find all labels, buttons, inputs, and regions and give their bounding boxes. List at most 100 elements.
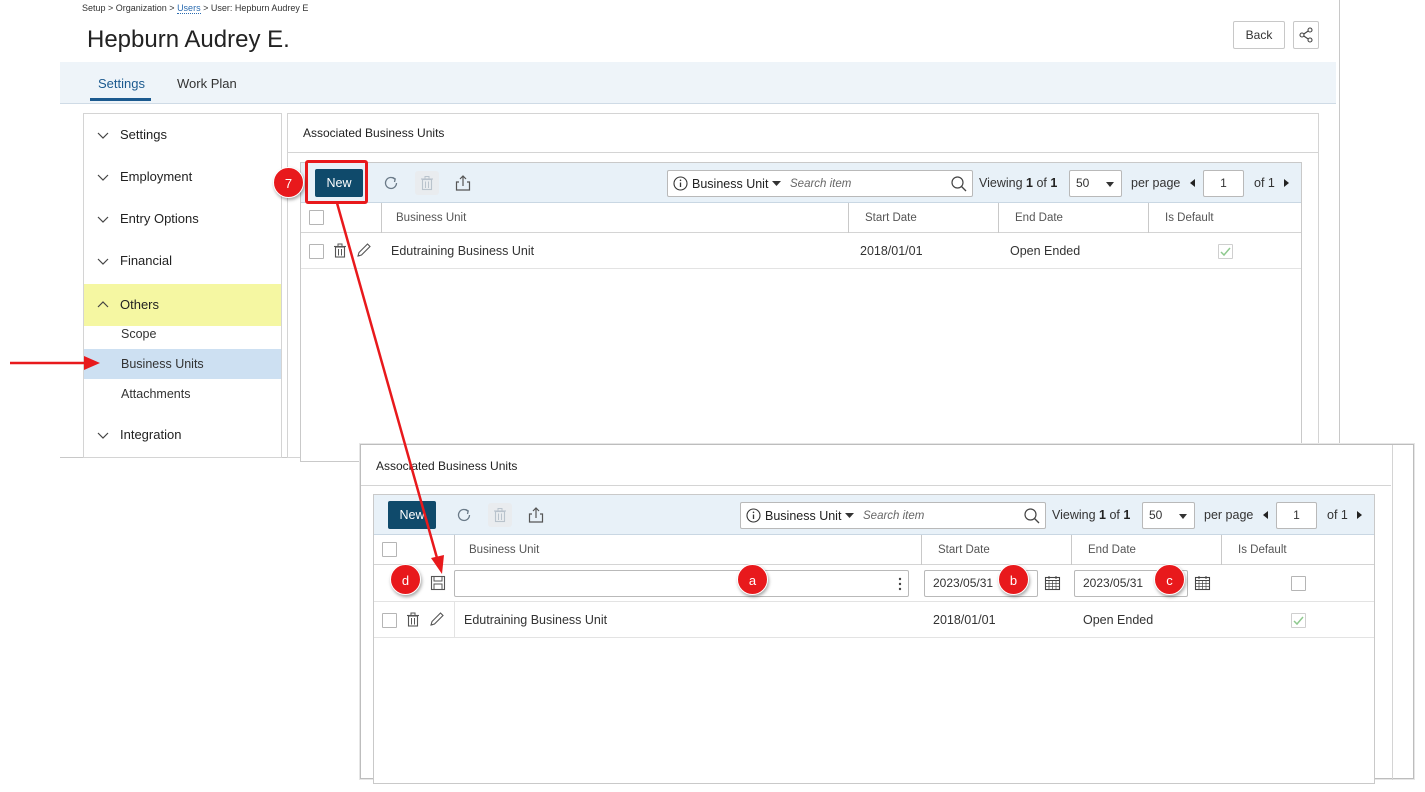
step-badge: 7 <box>273 167 304 198</box>
table-row: Edutraining Business Unit 2018/01/01 Ope… <box>301 233 1301 269</box>
business-units-grid: New Business Unit Search item Viewing 1 … <box>300 162 1302 462</box>
prev-page-icon[interactable] <box>1190 179 1195 187</box>
sidebar-section-settings[interactable]: Settings <box>84 114 281 156</box>
info-icon <box>673 176 688 191</box>
annotation-badge-b: b <box>998 564 1029 595</box>
new-button[interactable]: New <box>388 501 436 529</box>
back-button[interactable]: Back <box>1233 21 1285 49</box>
grid-toolbar: New Business Unit Search item Viewing 1 … <box>301 163 1301 203</box>
calendar-icon[interactable] <box>1044 575 1061 591</box>
column-end-date[interactable]: End Date <box>1015 203 1063 233</box>
column-business-unit[interactable]: Business Unit <box>396 203 466 233</box>
filter-dropdown[interactable]: Business Unit <box>673 176 782 191</box>
next-page-icon[interactable] <box>1284 179 1289 187</box>
refresh-button[interactable] <box>379 171 403 195</box>
search-icon[interactable] <box>950 175 968 193</box>
export-icon <box>528 507 544 523</box>
breadcrumb: Setup > Organization > Users > User: Hep… <box>82 3 309 14</box>
sidebar-section-label: Financial <box>120 253 173 268</box>
sidebar-section-employment[interactable]: Employment <box>84 156 281 198</box>
chevron-down-icon <box>96 414 110 456</box>
page-total-label: of 1 <box>1327 508 1348 522</box>
row-checkbox[interactable] <box>309 244 324 259</box>
breadcrumb-prefix: Setup > Organization > <box>82 3 178 13</box>
sidebar-section-integration[interactable]: Integration <box>84 414 281 456</box>
trash-icon[interactable] <box>332 242 348 259</box>
breadcrumb-users-link[interactable]: Users <box>177 3 201 14</box>
sidebar: Settings Employment Entry Options Financ… <box>83 113 282 458</box>
tab-work-plan[interactable]: Work Plan <box>177 76 237 91</box>
cell-start-date: 2018/01/01 <box>933 613 996 627</box>
sidebar-section-entry-options[interactable]: Entry Options <box>84 198 281 240</box>
delete-button[interactable] <box>415 171 439 195</box>
new-button-highlight <box>305 160 368 204</box>
pencil-icon[interactable] <box>355 242 372 259</box>
filter-label: Business Unit <box>765 508 842 523</box>
page-number-input[interactable]: 1 <box>1203 170 1244 197</box>
breadcrumb-suffix: > User: Hepburn Audrey E <box>200 3 309 13</box>
table-row: Edutraining Business Unit 2018/01/01 Ope… <box>374 602 1374 638</box>
caret-down-icon <box>845 512 855 518</box>
page-total-label: of 1 <box>1254 176 1275 190</box>
sidebar-section-label: Employment <box>120 169 193 184</box>
tab-settings[interactable]: Settings <box>98 76 145 91</box>
page-number-input[interactable]: 1 <box>1276 502 1317 529</box>
select-all-checkbox[interactable] <box>382 542 397 557</box>
export-button[interactable] <box>524 503 548 527</box>
sidebar-item-business-units[interactable]: Business Units <box>84 349 281 379</box>
column-start-date[interactable]: Start Date <box>938 535 990 565</box>
business-unit-input[interactable] <box>454 570 909 597</box>
trash-icon <box>494 508 506 523</box>
export-button[interactable] <box>451 171 475 195</box>
per-page-label: per page <box>1131 176 1181 190</box>
info-icon <box>746 508 761 523</box>
share-button[interactable] <box>1293 21 1319 49</box>
is-default-checkbox[interactable] <box>1291 576 1306 591</box>
row-checkbox[interactable] <box>382 613 397 628</box>
next-page-icon[interactable] <box>1357 511 1362 519</box>
panel-title: Associated Business Units <box>303 126 445 140</box>
is-default-checkbox <box>1218 244 1233 259</box>
delete-button[interactable] <box>488 503 512 527</box>
search-input[interactable]: Search item <box>863 510 924 522</box>
save-icon[interactable] <box>430 575 446 591</box>
viewing-indicator: Viewing 1 of 1 <box>1052 508 1131 522</box>
export-icon <box>455 175 471 191</box>
sidebar-item-scope[interactable]: Scope <box>84 319 281 349</box>
prev-page-icon[interactable] <box>1263 511 1268 519</box>
select-all-checkbox[interactable] <box>309 210 324 225</box>
search-input[interactable]: Search item <box>790 178 851 190</box>
panel-divider <box>288 152 1318 153</box>
cell-end-date: Open Ended <box>1010 244 1081 258</box>
main-window: Setup > Organization > Users > User: Hep… <box>60 0 1340 462</box>
per-page-select[interactable]: 50 <box>1069 170 1122 197</box>
sidebar-section-financial[interactable]: Financial <box>84 240 281 282</box>
column-business-unit[interactable]: Business Unit <box>469 535 539 565</box>
column-divider <box>848 203 849 233</box>
column-is-default[interactable]: Is Default <box>1165 203 1214 233</box>
annotation-badge-d: d <box>390 564 421 595</box>
column-is-default[interactable]: Is Default <box>1238 535 1287 565</box>
caret-down-icon <box>1179 514 1187 519</box>
business-units-grid: New Business Unit Search item Viewing 1 … <box>373 494 1375 784</box>
refresh-button[interactable] <box>452 503 476 527</box>
search-icon[interactable] <box>1023 507 1041 525</box>
zoomed-panel: Associated Business Units New Business U… <box>361 445 1393 784</box>
calendar-icon[interactable] <box>1194 575 1211 591</box>
trash-icon[interactable] <box>405 611 421 628</box>
annotation-badge-a: a <box>737 564 768 595</box>
pencil-icon[interactable] <box>428 611 445 628</box>
sidebar-section-label: Settings <box>120 127 167 142</box>
filter-dropdown[interactable]: Business Unit <box>746 508 855 523</box>
column-end-date[interactable]: End Date <box>1088 535 1136 565</box>
chevron-down-icon <box>96 156 110 198</box>
row-divider <box>454 602 455 638</box>
column-divider <box>1221 535 1222 565</box>
chevron-down-icon <box>96 198 110 240</box>
per-page-select[interactable]: 50 <box>1142 502 1195 529</box>
sidebar-section-label: Entry Options <box>120 211 199 226</box>
column-start-date[interactable]: Start Date <box>865 203 917 233</box>
kebab-icon[interactable] <box>897 576 903 592</box>
grid-toolbar: New Business Unit Search item Viewing 1 … <box>374 495 1374 535</box>
sidebar-item-attachments[interactable]: Attachments <box>84 379 281 409</box>
